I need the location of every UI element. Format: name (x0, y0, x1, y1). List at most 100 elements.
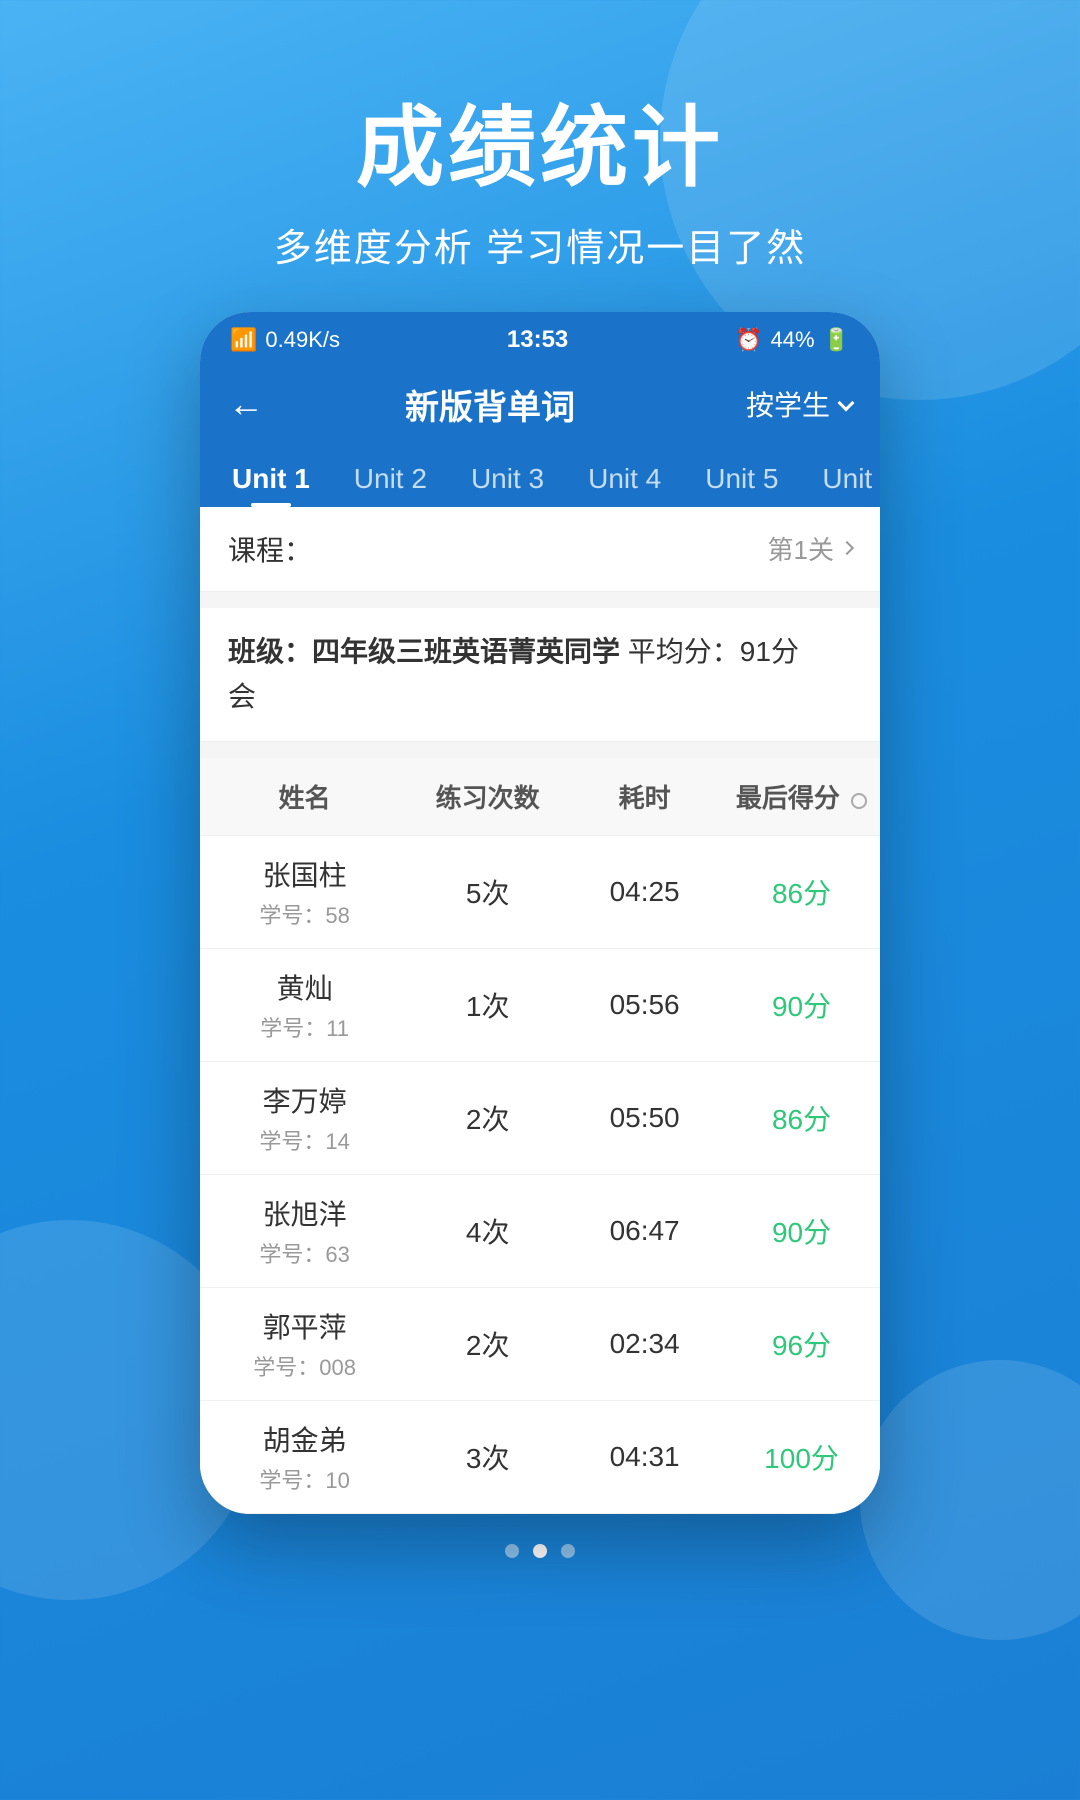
time-cell: 06:47 (566, 1175, 723, 1287)
pagination-dots (200, 1514, 880, 1578)
dot-2[interactable] (533, 1544, 547, 1558)
score-table: 姓名 练习次数 耗时 最后得分 张国柱 学号：58 5次 04:25 (200, 758, 880, 1514)
student-name: 李万婷 (263, 1080, 347, 1120)
score-cell: 96分 (723, 1288, 880, 1400)
student-id: 学号：14 (259, 1124, 349, 1156)
unit-tabs: Unit 1Unit 2Unit 3Unit 4Unit 5Unit 6 (200, 445, 880, 507)
status-right: ⏰ 44% 🔋 (735, 327, 850, 353)
practice-count: 4次 (466, 1211, 510, 1251)
dot-1[interactable] (505, 1544, 519, 1558)
time-cell: 04:25 (566, 836, 723, 948)
score-cell: 90分 (723, 949, 880, 1061)
unit-tab-3[interactable]: Unit 3 (449, 445, 566, 507)
time-value: 04:25 (610, 876, 680, 908)
score-value: 86分 (772, 1098, 831, 1138)
phone-mockup-container: 📶 0.49K/s 13:53 ⏰ 44% 🔋 ← 新版背单词 按学生 Unit… (200, 312, 880, 1579)
time-cell: 02:34 (566, 1288, 723, 1400)
practice-count: 2次 (466, 1098, 510, 1138)
filter-dropdown[interactable]: 按学生 (746, 384, 852, 424)
table-row: 黄灿 学号：11 1次 05:56 90分 (200, 949, 880, 1062)
student-name: 黄灿 (277, 967, 333, 1007)
battery-label: 44% (771, 327, 815, 353)
time-value: 06:47 (610, 1215, 680, 1247)
student-name: 张国柱 (263, 854, 347, 894)
time-value: 04:31 (610, 1441, 680, 1473)
unit-tab-1[interactable]: Unit 1 (210, 445, 332, 507)
score-cell: 86分 (723, 836, 880, 948)
time-cell: 05:56 (566, 949, 723, 1061)
time-value: 02:34 (610, 1328, 680, 1360)
alarm-icon: ⏰ (735, 327, 762, 353)
status-label: 会 (228, 681, 256, 712)
score-cell: 86分 (723, 1062, 880, 1174)
student-name-cell: 郭平萍 学号：008 (200, 1288, 409, 1400)
course-row: 课程： 第1关 (200, 507, 880, 592)
course-label: 课程： (228, 529, 312, 569)
student-name: 郭平萍 (263, 1306, 347, 1346)
score-value: 90分 (772, 1211, 831, 1251)
table-row: 郭平萍 学号：008 2次 02:34 96分 (200, 1288, 880, 1401)
col-header-score: 最后得分 (723, 758, 880, 835)
col-header-count: 练习次数 (409, 758, 566, 835)
table-row: 张旭洋 学号：63 4次 06:47 90分 (200, 1175, 880, 1288)
table-row: 李万婷 学号：14 2次 05:50 86分 (200, 1062, 880, 1175)
student-id: 学号：008 (253, 1350, 356, 1382)
class-info: 班级：四年级三班英语菁英同学 平均分：91分 会 (200, 608, 880, 743)
practice-count-cell: 2次 (409, 1062, 566, 1174)
score-value: 86分 (772, 872, 831, 912)
course-link[interactable]: 第1关 (768, 530, 852, 567)
table-body: 张国柱 学号：58 5次 04:25 86分 黄灿 学号：11 1次 05:56 (200, 836, 880, 1514)
dot-3[interactable] (561, 1544, 575, 1558)
status-time: 13:53 (507, 326, 568, 354)
score-cell: 90分 (723, 1175, 880, 1287)
avg-score: 平均分：91分 (628, 636, 799, 667)
practice-count-cell: 2次 (409, 1288, 566, 1400)
student-name-cell: 胡金弟 学号：10 (200, 1401, 409, 1513)
practice-count-cell: 3次 (409, 1401, 566, 1513)
bg-decoration-3 (860, 1360, 1080, 1640)
unit-tab-5[interactable]: Unit 5 (683, 445, 800, 507)
status-left: 📶 0.49K/s (230, 327, 340, 353)
chevron-right-icon (840, 541, 854, 555)
content-area: 课程： 第1关 班级：四年级三班英语菁英同学 平均分：91分 会 姓名 练习次数… (200, 507, 880, 1515)
table-header: 姓名 练习次数 耗时 最后得分 (200, 758, 880, 836)
table-row: 张国柱 学号：58 5次 04:25 86分 (200, 836, 880, 949)
signal-icon: 📶 (230, 327, 257, 353)
course-link-text: 第1关 (768, 530, 834, 567)
phone-mockup: 📶 0.49K/s 13:53 ⏰ 44% 🔋 ← 新版背单词 按学生 Unit… (200, 312, 880, 1515)
time-cell: 04:31 (566, 1401, 723, 1513)
practice-count: 3次 (466, 1437, 510, 1477)
student-name: 胡金弟 (263, 1419, 347, 1459)
battery-icon: 🔋 (823, 327, 850, 353)
student-id: 学号：10 (259, 1463, 349, 1495)
table-row: 胡金弟 学号：10 3次 04:31 100分 (200, 1401, 880, 1514)
student-name-cell: 张国柱 学号：58 (200, 836, 409, 948)
student-id: 学号：63 (259, 1237, 349, 1269)
student-id: 学号：58 (259, 898, 349, 930)
time-cell: 05:50 (566, 1062, 723, 1174)
practice-count-cell: 4次 (409, 1175, 566, 1287)
time-value: 05:56 (610, 989, 680, 1021)
app-header: ← 新版背单词 按学生 (200, 364, 880, 445)
class-name: 班级：四年级三班英语菁英同学 (228, 636, 620, 667)
student-id: 学号：11 (260, 1011, 349, 1043)
practice-count-cell: 5次 (409, 836, 566, 948)
score-value: 90分 (772, 985, 831, 1025)
practice-count: 5次 (466, 872, 510, 912)
student-name-cell: 黄灿 学号：11 (200, 949, 409, 1061)
student-name: 张旭洋 (263, 1193, 347, 1233)
unit-tab-2[interactable]: Unit 2 (332, 445, 449, 507)
unit-tab-6[interactable]: Unit 6 (800, 445, 880, 507)
score-cell: 100分 (723, 1401, 880, 1513)
signal-speed: 0.49K/s (265, 327, 340, 353)
unit-tab-4[interactable]: Unit 4 (566, 445, 683, 507)
practice-count: 2次 (466, 1324, 510, 1364)
filter-label: 按学生 (746, 384, 830, 424)
score-value: 100分 (764, 1437, 839, 1477)
app-title: 新版背单词 (234, 380, 746, 429)
score-value: 96分 (772, 1324, 831, 1364)
student-name-cell: 李万婷 学号：14 (200, 1062, 409, 1174)
time-value: 05:50 (610, 1102, 680, 1134)
practice-count-cell: 1次 (409, 949, 566, 1061)
col-header-time: 耗时 (566, 758, 723, 835)
